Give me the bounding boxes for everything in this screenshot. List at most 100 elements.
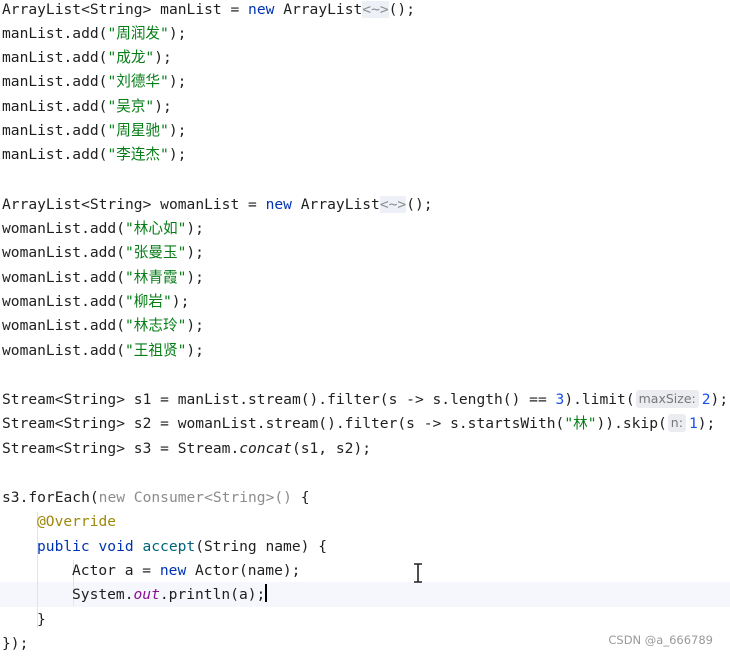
keyword-void: void: [98, 538, 134, 555]
method-call: .add(: [63, 49, 108, 66]
folded-diamond[interactable]: <~>: [379, 196, 407, 213]
anonymous-class-type: Consumer<String>(): [125, 489, 301, 506]
code-line-method-close[interactable]: }: [37, 608, 46, 632]
code-line-man-add[interactable]: manList.add("周星驰");: [2, 119, 186, 143]
punctuation-token: }: [37, 611, 46, 628]
punctuation-token: );: [168, 25, 187, 42]
static-field-token: out: [133, 586, 160, 603]
code-token: (String name) {: [195, 538, 327, 555]
code-line-manlist-decl[interactable]: ArrayList<String> manList = new ArrayLis…: [2, 0, 415, 22]
string-literal: "李连杰": [107, 146, 169, 163]
static-method-token: concat: [239, 440, 292, 457]
variable-token: womanList: [160, 196, 240, 213]
punctuation-token: );: [186, 220, 204, 237]
punctuation-token: );: [154, 49, 172, 66]
method-call: .add(: [81, 269, 126, 286]
code-line-stream-s1[interactable]: Stream<String> s1 = manList.stream().fil…: [2, 388, 728, 412]
string-literal: "周星驰": [107, 122, 169, 139]
method-call: .add(: [81, 293, 126, 310]
method-call: .add(: [81, 220, 126, 237]
method-call: .add(: [63, 25, 108, 42]
code-line-womanlist-decl[interactable]: ArrayList<String> womanList = new ArrayL…: [2, 193, 433, 217]
code-line-foreach[interactable]: s3.forEach(new Consumer<String>() {: [2, 486, 310, 510]
parameter-hint: n:: [667, 414, 686, 432]
method-name-token: accept: [142, 538, 196, 555]
punctuation-token: );: [168, 122, 187, 139]
keyword-new: new: [159, 562, 187, 579]
code-line-man-add[interactable]: manList.add("周润发");: [2, 22, 186, 46]
string-literal: "林心如": [125, 220, 187, 237]
punctuation-token: ();: [406, 196, 433, 213]
variable-token: manList: [160, 1, 222, 18]
punctuation-token: );: [168, 146, 187, 163]
code-token: (s1, s2);: [291, 440, 372, 457]
text-caret: [265, 584, 268, 602]
type-token: ArrayList<String>: [2, 1, 152, 18]
punctuation-token: );: [171, 293, 190, 310]
code-line-man-add[interactable]: manList.add("成龙");: [2, 46, 172, 70]
variable-token: manList: [2, 73, 64, 90]
code-line-woman-add[interactable]: womanList.add("张曼玉");: [2, 241, 204, 265]
variable-token: womanList: [2, 220, 82, 237]
keyword-new: new: [248, 1, 275, 18]
number-literal: 1: [688, 415, 698, 432]
code-token: System.: [72, 586, 134, 603]
code-token: Stream<String> s1 = manList.stream().fil…: [2, 391, 556, 408]
punctuation-token: ();: [388, 1, 415, 18]
variable-token: womanList: [2, 342, 82, 359]
code-line-accept-decl[interactable]: public void accept(String name) {: [37, 535, 327, 559]
string-literal: "柳岩": [125, 293, 172, 310]
punctuation-token: );: [154, 98, 172, 115]
variable-token: manList: [2, 122, 64, 139]
code-line-override[interactable]: @Override: [37, 510, 116, 534]
string-literal: "成龙": [107, 49, 155, 66]
code-line-woman-add[interactable]: womanList.add("柳岩");: [2, 290, 189, 314]
code-token: Actor a =: [72, 562, 160, 579]
method-call: .add(: [63, 73, 108, 90]
string-literal: "吴京": [107, 98, 155, 115]
keyword-new: new: [265, 196, 292, 213]
code-line-actor-new[interactable]: Actor a = new Actor(name);: [72, 559, 300, 583]
number-literal: 2: [701, 391, 711, 408]
code-token: Actor(name);: [186, 562, 301, 579]
method-call: .add(: [63, 146, 108, 163]
code-line-woman-add[interactable]: womanList.add("林心如");: [2, 217, 204, 241]
variable-token: manList: [2, 146, 64, 163]
string-literal: "刘德华": [107, 73, 169, 90]
code-line-foreach-close[interactable]: });: [2, 632, 28, 656]
punctuation-token: );: [186, 317, 204, 334]
punctuation-token: );: [710, 391, 729, 408]
code-editor[interactable]: ArrayList<String> manList = new ArrayLis…: [0, 0, 730, 654]
variable-token: womanList: [2, 317, 82, 334]
punctuation-token: );: [697, 415, 716, 432]
code-line-man-add[interactable]: manList.add("李连杰");: [2, 143, 186, 167]
code-line-man-add[interactable]: manList.add("刘德华");: [2, 70, 186, 94]
code-line-woman-add[interactable]: womanList.add("林志玲");: [2, 314, 204, 338]
code-line-woman-add[interactable]: womanList.add("王祖贤");: [2, 339, 204, 363]
method-call: .add(: [81, 317, 126, 334]
variable-token: manList: [2, 49, 64, 66]
code-line-println[interactable]: System.out.println(a);: [72, 583, 268, 607]
punctuation-token: );: [186, 342, 204, 359]
constructor-token: ArrayList: [283, 1, 363, 18]
punctuation-token: );: [186, 269, 204, 286]
code-line-stream-s2[interactable]: Stream<String> s2 = womanList.stream().f…: [2, 412, 715, 436]
code-token: Stream<String> s3 = Stream.: [2, 440, 240, 457]
punctuation-token: });: [2, 635, 29, 652]
folded-diamond[interactable]: <~>: [362, 1, 389, 18]
string-literal: "林青霞": [125, 269, 187, 286]
string-literal: "林": [564, 415, 597, 432]
method-call: .add(: [81, 244, 126, 261]
variable-token: womanList: [2, 269, 82, 286]
code-token: ).limit(: [564, 391, 635, 408]
string-literal: "张曼玉": [125, 244, 187, 261]
keyword-public: public: [37, 538, 90, 555]
method-call: .add(: [63, 122, 108, 139]
code-line-man-add[interactable]: manList.add("吴京");: [2, 95, 172, 119]
code-line-woman-add[interactable]: womanList.add("林青霞");: [2, 266, 204, 290]
punctuation-token: {: [300, 489, 310, 506]
code-line-stream-s3[interactable]: Stream<String> s3 = Stream.concat(s1, s2…: [2, 437, 371, 461]
method-call: .add(: [63, 98, 108, 115]
parameter-hint: maxSize:: [635, 390, 699, 408]
code-token: s3.forEach(: [2, 489, 99, 506]
